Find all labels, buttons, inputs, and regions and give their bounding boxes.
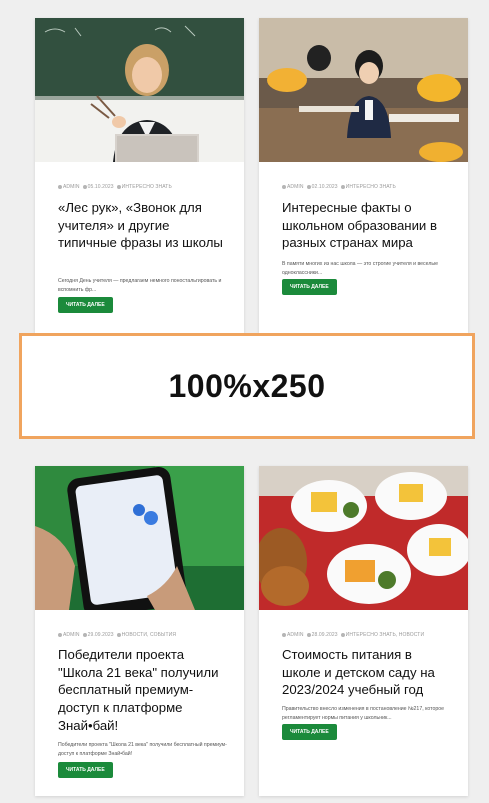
post-meta: ADMIN 05.10.2023 ИНТЕРЕСНО ЗНАТЬ [58, 184, 172, 190]
clock-icon [82, 184, 87, 189]
ad-size-label: 100%x250 [168, 367, 326, 404]
clock-icon [306, 184, 311, 189]
post-excerpt: Победители проекта "Школа 21 века" получ… [58, 742, 227, 757]
post-title[interactable]: Стоимость питания в школе и детском саду… [282, 646, 452, 699]
folder-icon [340, 632, 345, 637]
post-excerpt: Правительство внесло изменения в постано… [282, 706, 445, 721]
user-icon [282, 184, 286, 189]
folder-icon [116, 632, 121, 637]
article-card[interactable]: ADMIN 02.10.2023 ИНТЕРЕСНО ЗНАТЬ Интересны… [259, 18, 468, 333]
post-title[interactable]: Победители проекта "Школа 21 века" получ… [58, 646, 228, 735]
post-meta: ADMIN 02.10.2023 ИНТЕРЕСНО ЗНАТЬ [282, 184, 396, 190]
schoolchildren-photo[interactable] [259, 18, 468, 162]
post-meta: ADMIN 29.09.2023 НОВОСТИ, СОБЫТИЯ [58, 632, 176, 638]
post-title[interactable]: «Лес рук», «Звонок для учителя» и другие… [58, 199, 228, 252]
post-excerpt: Сегодня День учителя — предлагаем немног… [58, 278, 222, 293]
post-title[interactable]: Интересные факты о школьном образовании … [282, 199, 452, 252]
user-icon [58, 184, 62, 189]
read-more-button[interactable]: ЧИТАТЬ ДАЛЕЕ [282, 279, 337, 295]
school-lunch-photo[interactable] [259, 466, 468, 610]
article-card[interactable]: ADMIN 28.09.2023 ИНТЕРЕСНО ЗНАТЬ, НОВОСТИ … [259, 466, 468, 796]
article-card[interactable]: ADMIN 05.10.2023 ИНТЕРЕСНО ЗНАТЬ «Лес рук»… [35, 18, 244, 333]
clock-icon [82, 632, 87, 637]
user-icon [58, 632, 62, 637]
user-icon [282, 632, 286, 637]
teacher-photo[interactable] [35, 18, 244, 162]
folder-icon [340, 184, 345, 189]
phone-app-photo[interactable] [35, 466, 244, 610]
clock-icon [306, 632, 311, 637]
post-meta: ADMIN 28.09.2023 ИНТЕРЕСНО ЗНАТЬ, НОВОСТИ [282, 632, 424, 638]
read-more-button[interactable]: ЧИТАТЬ ДАЛЕЕ [58, 762, 113, 778]
read-more-button[interactable]: ЧИТАТЬ ДАЛЕЕ [282, 724, 337, 740]
folder-icon [116, 184, 121, 189]
article-card[interactable]: ADMIN 29.09.2023 НОВОСТИ, СОБЫТИЯ Победите… [35, 466, 244, 796]
post-excerpt: В памяти многих из нас школа — это строг… [282, 261, 438, 276]
read-more-button[interactable]: ЧИТАТЬ ДАЛЕЕ [58, 297, 113, 313]
ad-placeholder[interactable]: 100%x250 [19, 333, 475, 439]
